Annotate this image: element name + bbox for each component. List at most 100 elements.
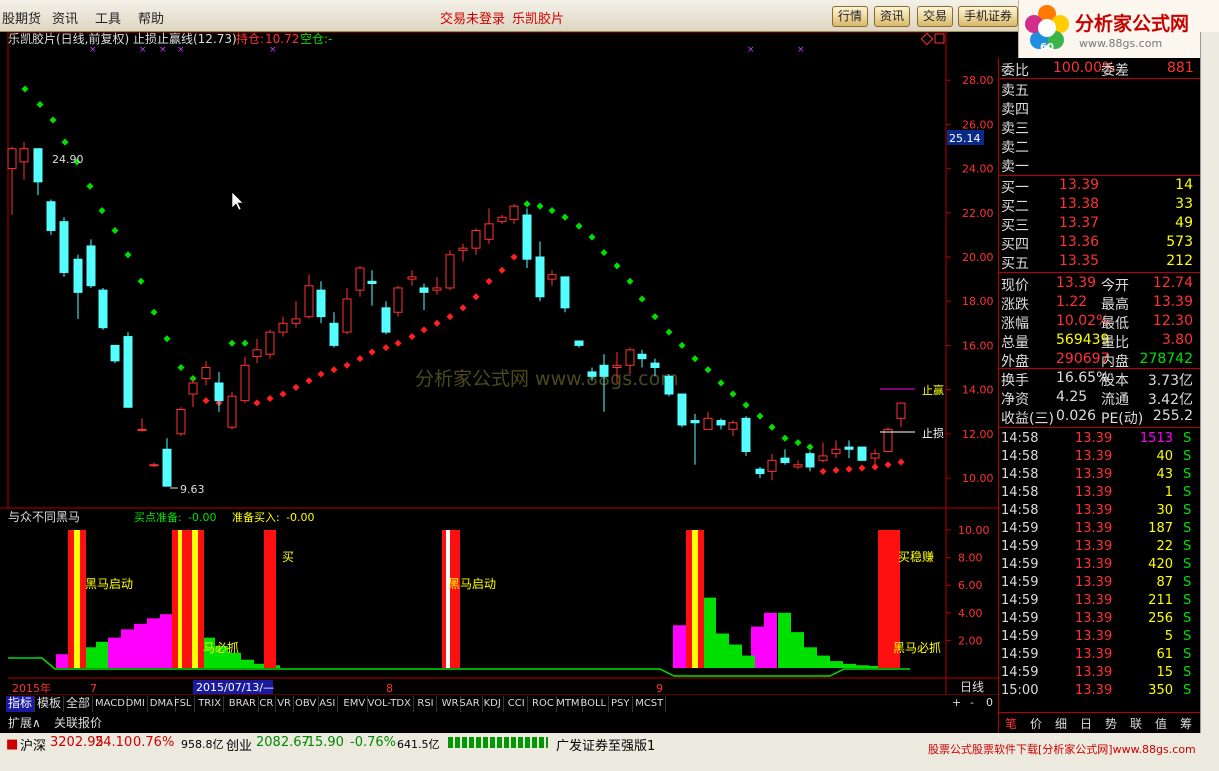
tab-模板[interactable]: 模板 bbox=[35, 696, 65, 712]
stat-value2: 3.73亿 bbox=[1147, 373, 1193, 389]
tab-mcst[interactable]: MCST bbox=[633, 696, 667, 712]
candle-body bbox=[201, 367, 211, 380]
zoom-reset-button[interactable]: 0 bbox=[986, 696, 993, 709]
tab-cci[interactable]: CCI bbox=[506, 696, 528, 712]
detail-tab[interactable]: 价 bbox=[1030, 715, 1042, 732]
cy-percent: -0.76% bbox=[350, 735, 396, 750]
tab-trade[interactable]: 交易 bbox=[917, 6, 954, 27]
tab-fsl[interactable]: FSL bbox=[172, 696, 195, 712]
tab-extend[interactable]: 扩展∧ bbox=[8, 714, 41, 731]
tick-time: 14:59 bbox=[1001, 557, 1039, 572]
tab-dmi[interactable]: DMI bbox=[124, 696, 148, 712]
candle-body bbox=[419, 287, 429, 293]
trade-login-link[interactable]: 交易未登录 bbox=[440, 8, 505, 27]
top-x-marker: × bbox=[747, 45, 755, 55]
stat-value2: 3.80 bbox=[1161, 332, 1193, 348]
detail-tab[interactable]: 势 bbox=[1105, 715, 1117, 732]
indicator-tab-bar: 指标 模板 全部 MACD DMI DMA FSL TRIX BRAR CR VR OBV ASI EMV… bbox=[0, 695, 1000, 713]
tab-vr[interactable]: VR bbox=[275, 696, 294, 712]
tab-rsi[interactable]: RSI bbox=[415, 696, 437, 712]
tab-trix[interactable]: TRIX bbox=[196, 696, 225, 712]
tab-sar[interactable]: SAR bbox=[457, 696, 483, 712]
tab-info[interactable]: 资讯 bbox=[874, 6, 911, 27]
ind-tick-label: 2.00 bbox=[958, 634, 983, 647]
tab-boll[interactable]: BOLL bbox=[578, 696, 610, 712]
ad-link[interactable]: 股票公式股票软件下载[分析家公式网]www.88gs.com bbox=[928, 741, 1196, 757]
price-tick-label: 18.00 bbox=[962, 295, 994, 308]
candle-body bbox=[471, 229, 481, 249]
menu-help[interactable]: 帮助 bbox=[138, 8, 164, 27]
green-bar bbox=[843, 663, 856, 668]
price-tick-label: 26.00 bbox=[962, 118, 994, 131]
candle-body bbox=[458, 247, 468, 251]
detail-tab[interactable]: 联 bbox=[1130, 715, 1142, 732]
tab-psy[interactable]: PSY bbox=[609, 696, 633, 712]
signal-stripe bbox=[446, 530, 450, 668]
stat-row: 换手 16.65% 股本 3.73亿 bbox=[999, 369, 1199, 389]
tick-price: 13.39 bbox=[1075, 575, 1113, 590]
scrollbar[interactable] bbox=[1200, 32, 1219, 733]
quote-panel: 委比 100.00% 委差 881 卖五 卖四 卖三 卖二 卖一 买一 13.39 14 买二 13.38… bbox=[998, 58, 1201, 733]
tick-price: 13.39 bbox=[1075, 665, 1113, 680]
tab-vol-tdx[interactable]: VOL-TDX bbox=[366, 696, 414, 712]
tick-row: 14:59 13.39 256 S bbox=[999, 610, 1199, 628]
tab-mobile[interactable]: 手机证券 bbox=[958, 6, 1019, 27]
detail-tab[interactable]: 笔 bbox=[1005, 715, 1017, 732]
cy-amount: 641.5亿 bbox=[397, 738, 440, 751]
menu-futures[interactable]: 股期货 bbox=[2, 8, 41, 27]
status-bar: ■ 沪深 3202.95 24.10 0.76% 958.8亿 创业 2082.… bbox=[0, 733, 1219, 771]
tab-obv[interactable]: OBV bbox=[293, 696, 320, 712]
candle-body bbox=[612, 364, 622, 369]
detail-tab[interactable]: 筹 bbox=[1180, 715, 1192, 732]
kline-chart-area[interactable]: 乐凯胶片(日线,前复权) 止损止赢线(12.73) 持仓: 10.72 空仓: … bbox=[0, 32, 1000, 695]
detail-tab[interactable]: 值 bbox=[1155, 715, 1167, 732]
tab-brar[interactable]: BRAR bbox=[227, 696, 259, 712]
tab-asi[interactable]: ASI bbox=[317, 696, 339, 712]
price-tick-label: 16.00 bbox=[962, 339, 994, 352]
price-tick-label: 14.00 bbox=[962, 384, 994, 397]
watermark: 分析家公式网 www.88gs.com bbox=[415, 368, 679, 390]
hold-label: 持仓: bbox=[236, 32, 264, 46]
stat-label2: 股本 bbox=[1101, 373, 1129, 389]
tick-time: 14:58 bbox=[1001, 431, 1039, 446]
candle-body bbox=[342, 298, 352, 333]
zoom-in-button[interactable]: + bbox=[952, 696, 961, 709]
tick-side: S bbox=[1183, 593, 1192, 608]
zoom-out-button[interactable]: - bbox=[970, 696, 974, 709]
magenta-bar bbox=[764, 612, 777, 668]
candle-body bbox=[664, 375, 674, 395]
candle-body bbox=[316, 289, 326, 318]
tick-price: 13.39 bbox=[1075, 611, 1113, 626]
tab-指标[interactable]: 指标 bbox=[6, 696, 36, 712]
magenta-bar bbox=[160, 614, 173, 668]
ask-label: 卖五 bbox=[1001, 83, 1029, 99]
tab-market[interactable]: 行情 bbox=[832, 6, 869, 27]
tick-volume: 61 bbox=[1156, 647, 1173, 662]
tab-emv[interactable]: EMV bbox=[341, 696, 369, 712]
period-label[interactable]: 日线 bbox=[960, 680, 984, 694]
menu-tools[interactable]: 工具 bbox=[95, 8, 121, 27]
label-start2: 黑马启动 bbox=[448, 577, 496, 591]
tab-cr[interactable]: CR bbox=[257, 696, 277, 712]
green-bar bbox=[86, 647, 96, 668]
candle-body bbox=[857, 446, 867, 461]
candle-body bbox=[560, 276, 570, 309]
tab-roc[interactable]: ROC bbox=[530, 696, 557, 712]
menu-news[interactable]: 资讯 bbox=[52, 8, 78, 27]
tick-price: 13.39 bbox=[1075, 449, 1113, 464]
sh-percent: 0.76% bbox=[133, 735, 175, 750]
candle-body bbox=[329, 322, 339, 346]
magenta-bar bbox=[673, 625, 686, 668]
tab-kdj[interactable]: KDJ bbox=[482, 696, 504, 712]
empty-label: 空仓: bbox=[300, 32, 328, 46]
tab-related-quotes[interactable]: 关联报价 bbox=[54, 714, 102, 731]
detail-tab[interactable]: 细 bbox=[1055, 715, 1067, 732]
candle-body bbox=[535, 256, 545, 298]
candle-body bbox=[650, 362, 660, 368]
tab-全部[interactable]: 全部 bbox=[64, 696, 94, 712]
detail-tab[interactable]: 日 bbox=[1080, 715, 1092, 732]
candle-body bbox=[227, 395, 237, 428]
stock-name-link[interactable]: 乐凯胶片 bbox=[512, 8, 564, 27]
green-bar bbox=[742, 655, 755, 668]
tick-time: 14:59 bbox=[1001, 521, 1039, 536]
